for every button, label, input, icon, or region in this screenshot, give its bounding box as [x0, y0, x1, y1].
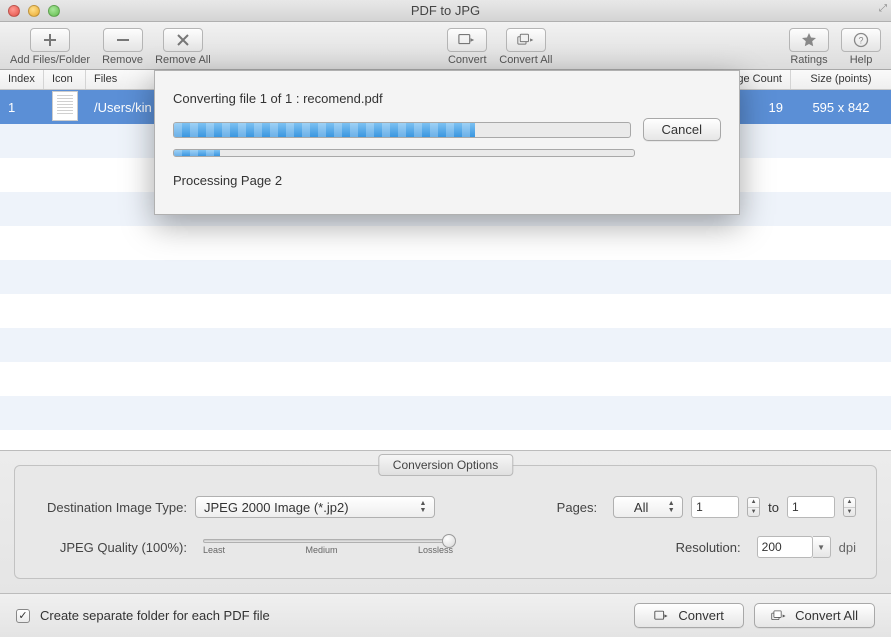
pages-to-input[interactable]: 1	[787, 496, 835, 518]
toolbar-label: Remove	[102, 54, 143, 66]
table-row	[0, 260, 891, 294]
cell-size: 595 x 842	[791, 100, 891, 115]
separate-folder-checkbox[interactable]: ✓	[16, 609, 30, 623]
convert-all-icon	[771, 609, 787, 623]
remove-all-button[interactable]: Remove All	[149, 26, 217, 66]
pages-from-value: 1	[696, 500, 703, 514]
resolution-input[interactable]: 200	[757, 536, 813, 558]
pages-mode-value: All	[634, 500, 648, 515]
window-minimize-button[interactable]	[28, 5, 40, 17]
help-icon: ?	[841, 28, 881, 52]
table-row	[0, 294, 891, 328]
toolbar-label: Remove All	[155, 54, 211, 66]
quality-label: JPEG Quality (100%):	[35, 540, 195, 555]
table-row	[0, 328, 891, 362]
cancel-button[interactable]: Cancel	[643, 118, 721, 141]
bottom-panel: Conversion Options Destination Image Typ…	[0, 450, 891, 593]
pages-mode-select[interactable]: All ▲▼	[613, 496, 683, 518]
dest-type-select[interactable]: JPEG 2000 Image (*.jp2) ▲▼	[195, 496, 435, 518]
convert-all-button-toolbar[interactable]: Convert All	[493, 26, 558, 66]
quality-slider[interactable]	[203, 539, 453, 543]
convert-all-icon	[506, 28, 546, 52]
column-index[interactable]: Index	[0, 70, 44, 89]
toolbar-label: Convert	[448, 54, 487, 66]
footer: ✓ Create separate folder for each PDF fi…	[0, 593, 891, 637]
toolbar: Add Files/Folder Remove Remove All Conve…	[0, 22, 891, 70]
sub-progress-bar	[173, 149, 635, 157]
pages-to-stepper[interactable]: ▲▼	[843, 497, 856, 517]
processing-text: Processing Page 2	[173, 173, 721, 188]
toolbar-label: Ratings	[790, 54, 827, 66]
dialog-title: Converting file 1 of 1 : recomend.pdf	[173, 91, 721, 106]
separate-folder-label: Create separate folder for each PDF file	[40, 608, 270, 623]
table-row	[0, 396, 891, 430]
pages-from-input[interactable]: 1	[691, 496, 739, 518]
remove-button[interactable]: Remove	[96, 26, 149, 66]
convert-label: Convert	[678, 608, 724, 623]
chevron-updown-icon: ▲▼	[664, 499, 678, 515]
column-icon[interactable]: Icon	[44, 70, 86, 89]
ratings-button[interactable]: Ratings	[783, 26, 835, 66]
star-icon	[789, 28, 829, 52]
convert-icon	[654, 609, 670, 623]
cell-index: 1	[0, 100, 44, 115]
chevron-updown-icon: ▲▼	[416, 499, 430, 515]
convert-all-button[interactable]: Convert All	[754, 603, 875, 628]
table-row	[0, 362, 891, 396]
window-zoom-button[interactable]	[48, 5, 60, 17]
resolution-value: 200	[762, 540, 782, 554]
help-button[interactable]: ? Help	[835, 26, 887, 66]
document-icon	[52, 91, 78, 121]
conversion-options-label: Conversion Options	[378, 454, 513, 476]
convert-button-toolbar[interactable]: Convert	[441, 26, 493, 66]
toolbar-label: Convert All	[499, 54, 552, 66]
resolution-dropdown[interactable]: ▼	[813, 536, 831, 558]
pages-to-value: 1	[792, 500, 799, 514]
toolbar-label: Add Files/Folder	[10, 54, 90, 66]
resolution-label: Resolution:	[676, 540, 749, 555]
pages-to-label: to	[768, 500, 779, 515]
convert-all-label: Convert All	[795, 608, 858, 623]
svg-text:?: ?	[858, 35, 863, 45]
column-size[interactable]: Size (points)	[791, 70, 891, 89]
convert-button[interactable]: Convert	[634, 603, 744, 628]
pages-from-stepper[interactable]: ▲▼	[747, 497, 760, 517]
window-title: PDF to JPG	[0, 3, 891, 18]
slider-medium-label: Medium	[306, 545, 338, 555]
dest-type-label: Destination Image Type:	[35, 500, 195, 515]
cancel-label: Cancel	[662, 122, 702, 137]
dest-type-value: JPEG 2000 Image (*.jp2)	[204, 500, 349, 515]
table-row	[0, 430, 891, 440]
resolution-unit: dpi	[839, 540, 856, 555]
minus-icon	[103, 28, 143, 52]
toolbar-label: Help	[850, 54, 873, 66]
conversion-options-frame: Conversion Options Destination Image Typ…	[14, 465, 877, 579]
progress-dialog: Converting file 1 of 1 : recomend.pdf Ca…	[154, 70, 740, 215]
main-progress-bar	[173, 122, 631, 138]
chevron-down-icon: ▼	[817, 543, 825, 552]
table-row	[0, 226, 891, 260]
slider-thumb[interactable]	[442, 534, 456, 548]
x-icon	[163, 28, 203, 52]
cell-icon	[44, 91, 86, 124]
titlebar: PDF to JPG ⤢	[0, 0, 891, 22]
add-files-button[interactable]: Add Files/Folder	[4, 26, 96, 66]
slider-least-label: Least	[203, 545, 225, 555]
plus-icon	[30, 28, 70, 52]
convert-icon	[447, 28, 487, 52]
pages-label: Pages:	[557, 500, 605, 515]
resize-icon: ⤢	[879, 3, 887, 14]
window-close-button[interactable]	[8, 5, 20, 17]
